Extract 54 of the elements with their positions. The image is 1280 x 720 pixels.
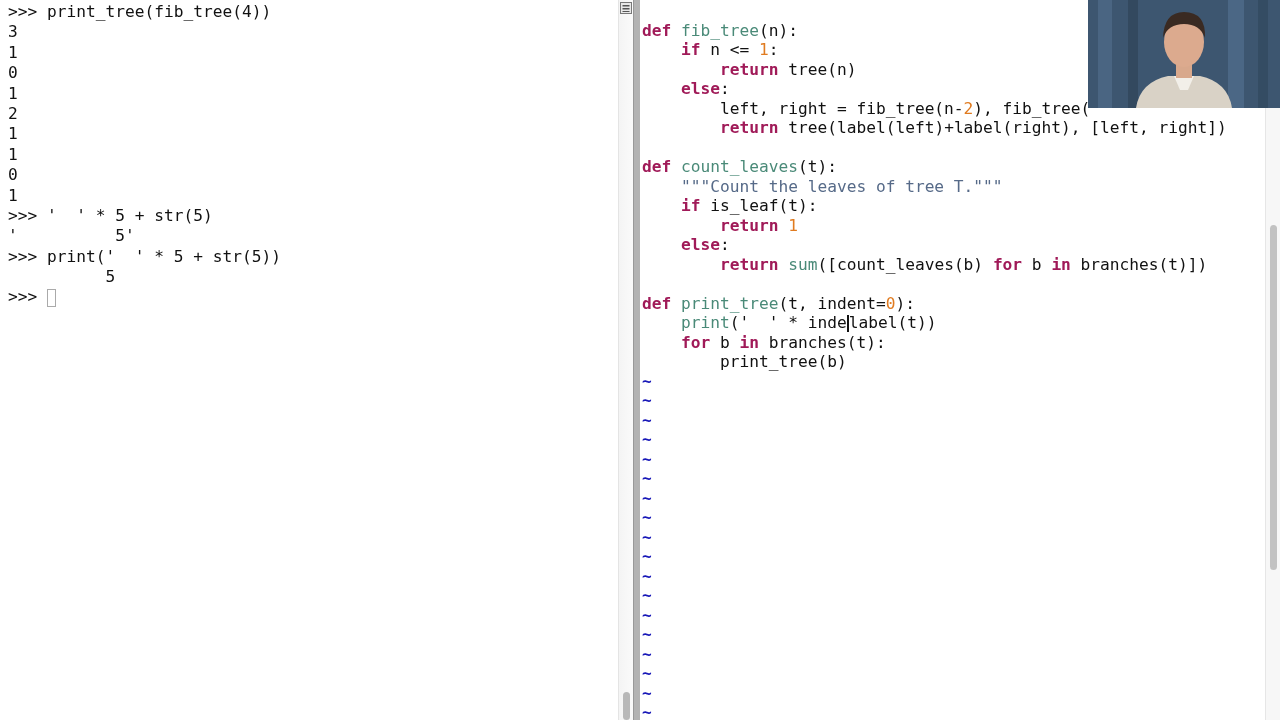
empty-line-marker: ~ bbox=[642, 449, 652, 469]
empty-line-marker: ~ bbox=[642, 664, 652, 683]
empty-line-marker: ~ bbox=[642, 508, 652, 527]
empty-line-marker: ~ bbox=[642, 683, 652, 703]
scrollbar[interactable] bbox=[1265, 108, 1280, 720]
empty-line-marker: ~ bbox=[642, 703, 652, 720]
empty-line-marker: ~ bbox=[642, 527, 652, 547]
code-line: print(' ' * inde label(t)) bbox=[679, 313, 938, 333]
empty-line-marker: ~ bbox=[642, 605, 652, 625]
empty-line-marker: ~ bbox=[642, 391, 652, 410]
code-line: else: bbox=[679, 79, 731, 99]
code-line: return tree(n) bbox=[718, 59, 858, 79]
empty-line-marker: ~ bbox=[642, 644, 652, 664]
code-line: return tree(label(left)+label(right), [left, right]) bbox=[718, 118, 1228, 138]
code-line: def fib_tree(n): bbox=[642, 20, 799, 40]
terminal-line: >>> ' ' * 5 + str(5) bbox=[8, 205, 214, 227]
code-line: left, right = fib_tree(n-2), fib_tree( bbox=[718, 98, 1092, 118]
terminal-output: 2 bbox=[8, 103, 19, 125]
empty-line-marker: ~ bbox=[642, 430, 652, 449]
terminal-line: >>> print_tree(fib_tree(4)) bbox=[8, 2, 273, 23]
terminal-output: ' 5' bbox=[8, 226, 136, 247]
code-line: def print_tree(t, indent=0): bbox=[642, 293, 916, 313]
scrollbar[interactable] bbox=[618, 0, 633, 720]
terminal-output: 0 bbox=[8, 63, 19, 84]
empty-line-marker: ~ bbox=[642, 625, 652, 644]
split-pane-icon[interactable] bbox=[620, 2, 632, 14]
terminal-output: 1 bbox=[8, 83, 19, 104]
empty-line-marker: ~ bbox=[642, 469, 652, 488]
code-line: if is_leaf(t): bbox=[679, 196, 819, 216]
terminal-output: 1 bbox=[8, 144, 19, 166]
terminal-output: 1 bbox=[8, 124, 19, 145]
empty-line-marker: ~ bbox=[642, 410, 652, 430]
code-line: return sum([count_leaves(b) for b in branches(t)]) bbox=[718, 254, 1209, 274]
empty-line-marker: ~ bbox=[642, 488, 652, 508]
terminal-line: >>> print(' ' * 5 + str(5)) bbox=[8, 246, 282, 268]
empty-line-marker: ~ bbox=[642, 586, 652, 605]
scroll-thumb[interactable] bbox=[623, 692, 630, 720]
prompt: >>> bbox=[8, 287, 38, 308]
empty-line-marker: ~ bbox=[642, 371, 652, 391]
empty-line-marker: ~ bbox=[642, 566, 652, 586]
terminal-output: 1 bbox=[8, 185, 19, 206]
empty-line-marker: ~ bbox=[642, 547, 652, 566]
code-line: else: bbox=[679, 235, 731, 255]
code-line: """Count the leaves of tree T.""" bbox=[679, 176, 1004, 196]
terminal-output: 1 bbox=[8, 42, 19, 64]
terminal-output: 0 bbox=[8, 165, 19, 186]
code-line: def count_leaves(t): bbox=[642, 157, 838, 177]
scroll-thumb[interactable] bbox=[1270, 225, 1277, 570]
code-line: print_tree(b) bbox=[718, 352, 848, 372]
code-line: return 1 bbox=[718, 215, 799, 235]
code-line: for b in branches(t): bbox=[679, 332, 887, 352]
terminal-output: 5 bbox=[104, 267, 117, 288]
terminal-output: 3 bbox=[8, 22, 19, 43]
code-line: if n <= 1: bbox=[679, 40, 780, 60]
